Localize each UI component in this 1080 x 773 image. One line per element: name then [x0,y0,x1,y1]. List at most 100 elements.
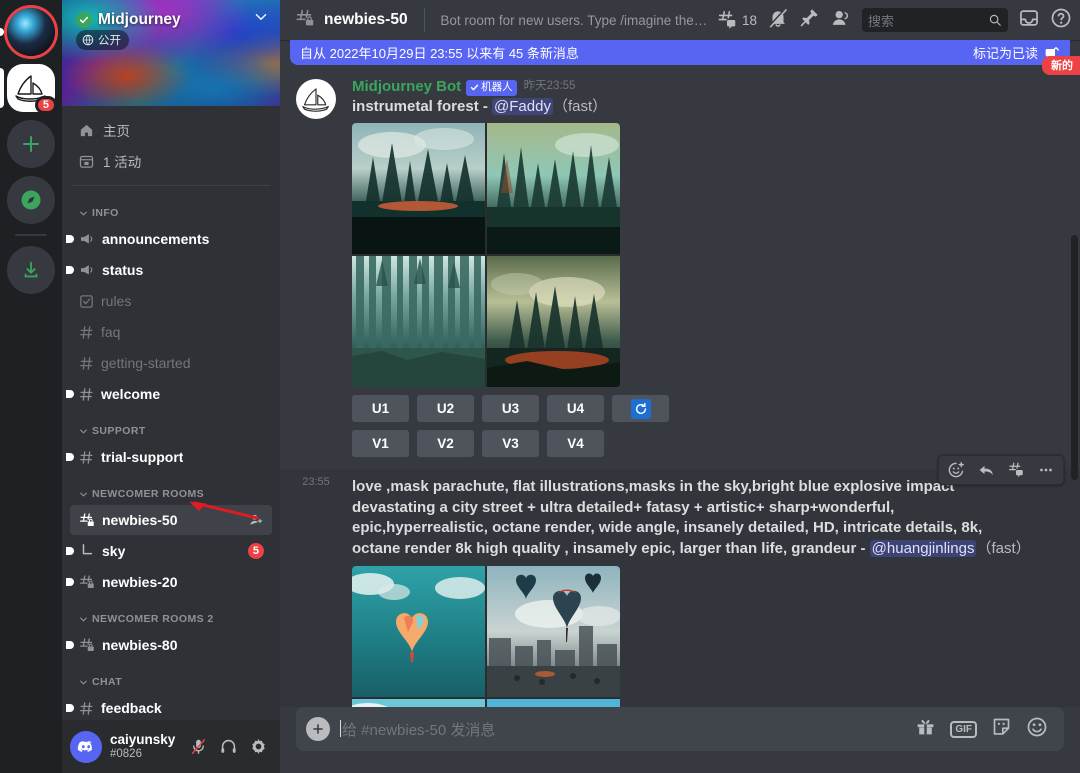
u4-button[interactable]: U4 [547,395,604,423]
avatar[interactable] [70,730,102,763]
grid-image-3[interactable] [352,698,485,707]
message-composer: 给 #newbies-50 发消息 GIF [280,707,1080,773]
channel-topic[interactable]: Bot room for new users. Type /imagine th… [440,13,708,28]
search-icon [989,14,1001,26]
category-chat-label: CHAT [92,676,123,688]
sidebar-channel-announcements[interactable]: announcements [66,224,272,254]
sailboat-icon [302,87,329,112]
sidebar-channel-feedback[interactable]: feedback [66,693,272,720]
download-apps-button[interactable] [7,246,55,294]
help-button[interactable] [1050,7,1072,34]
gift-button[interactable] [915,716,936,742]
new-messages-text: 自从 2022年10月29日 23:55 以来有 45 条新消息 [300,46,579,61]
search-input[interactable]: 搜索 [862,8,1008,32]
user-controls [184,733,272,761]
gif-button[interactable]: GIF [950,720,977,738]
notifications-off-button[interactable] [767,7,789,34]
new-messages-banner[interactable]: 自从 2022年10月29日 23:55 以来有 45 条新消息 标记为已读 [290,40,1070,65]
mention[interactable]: @Faddy [492,97,553,115]
category-chat[interactable]: CHAT [70,661,280,692]
u3-button[interactable]: U3 [482,395,539,423]
grid-image-1[interactable] [352,123,485,255]
pinned-messages-button[interactable] [799,7,820,33]
u2-button[interactable]: U2 [417,395,474,423]
reroll-button[interactable] [612,395,669,423]
sidebar-item-home[interactable]: 主页 [70,115,272,145]
composer-input-wrapper[interactable]: 给 #newbies-50 发消息 GIF [296,707,1064,751]
thread-icon [78,543,96,559]
gear-icon[interactable] [244,733,272,761]
sidebar-channel-newbies-80[interactable]: newbies-80 [66,630,272,660]
globe-icon [82,34,94,46]
server-item-discovery[interactable] [0,8,55,56]
check-icon [470,84,479,91]
message-input[interactable]: 给 #newbies-50 发消息 [340,719,903,740]
unread-indicator [66,641,74,649]
sky-unread-count: 5 [247,543,264,559]
sidebar-channel-label: feedback [101,700,162,716]
add-server-button[interactable] [7,120,55,168]
mention[interactable]: @huangjinlings [869,540,977,557]
unread-indicator [66,266,74,274]
guild-name-row[interactable]: Midjourney [76,8,270,31]
more-options-icon[interactable] [1031,456,1061,484]
sidebar-channel-label: status [102,262,144,278]
image-grid-forest[interactable] [352,123,620,388]
avatar[interactable] [296,79,336,119]
grid-image-1[interactable] [352,565,485,697]
threads-button[interactable]: 18 [716,9,757,31]
mic-muted-icon[interactable] [184,733,212,761]
message-second: 23:55 love ,mask parachute, flat illustr… [280,455,1080,707]
message-midjourney-bot: Midjourney Bot 机器人 昨天23:55 instrumetal f… [280,73,1080,459]
message-row: Midjourney Bot 机器人 昨天23:55 instrumetal f… [296,77,1032,458]
headset-icon[interactable] [214,733,242,761]
grid-image-2[interactable] [487,565,620,697]
attach-file-button[interactable] [306,717,330,741]
add-reaction-icon[interactable] [941,456,971,484]
sidebar-channel-trial-support[interactable]: trial-support [66,442,272,472]
server-item-midjourney[interactable]: 5 [0,64,57,114]
reply-icon[interactable] [971,456,1001,484]
sidebar-channel-sky[interactable]: sky 5 [66,536,272,566]
grid-image-4[interactable] [487,256,620,388]
sidebar-channel-welcome[interactable]: welcome [66,379,272,409]
grid-image-4[interactable] [487,698,620,707]
category-newcomer-rooms-2[interactable]: NEWCOMER ROOMS 2 [70,598,280,629]
check-icon [79,16,89,23]
user-info[interactable]: caiyunsky #0826 [110,732,176,761]
u1-button[interactable]: U1 [352,395,409,423]
variation-button-row: V1 V2 V3 V4 [352,430,1032,458]
text-caret [340,719,341,737]
v4-button[interactable]: V4 [547,430,604,458]
guild-header[interactable]: Midjourney 公开 [62,0,280,106]
emoji-button[interactable] [1026,716,1048,743]
server-unread-badge: 5 [34,96,57,114]
chevron-down-icon [80,617,87,621]
v2-button[interactable]: V2 [417,430,474,458]
create-thread-icon[interactable] [1001,456,1031,484]
sidebar-channel-label: rules [101,293,132,309]
composer-actions: GIF [915,716,1048,743]
message-author[interactable]: Midjourney Bot [352,77,461,97]
grid-image-2[interactable] [487,123,620,255]
grid-image-3[interactable] [352,256,485,388]
v3-button[interactable]: V3 [482,430,539,458]
category-info[interactable]: INFO [70,192,280,223]
message-scrollbar[interactable] [1071,235,1078,480]
message-body: love ,mask parachute, flat illustrations… [352,477,1032,707]
inbox-button[interactable] [1018,7,1040,34]
chevron-down-icon[interactable] [252,8,270,31]
sidebar-channel-rules[interactable]: rules [70,286,272,316]
member-list-button[interactable] [830,7,852,34]
image-grid-balloons[interactable] [352,565,620,707]
sidebar-item-events[interactable]: 1 活动 [70,146,272,176]
explore-servers-button[interactable] [7,176,55,224]
sidebar-channel-status[interactable]: status [66,255,272,285]
category-support[interactable]: SUPPORT [70,410,280,441]
sidebar-channel-faq[interactable]: faq [70,317,272,347]
unread-indicator [66,578,74,586]
sticker-button[interactable] [991,716,1012,742]
sidebar-channel-newbies-20[interactable]: newbies-20 [66,567,272,597]
v1-button[interactable]: V1 [352,430,409,458]
sidebar-channel-getting-started[interactable]: getting-started [70,348,272,378]
